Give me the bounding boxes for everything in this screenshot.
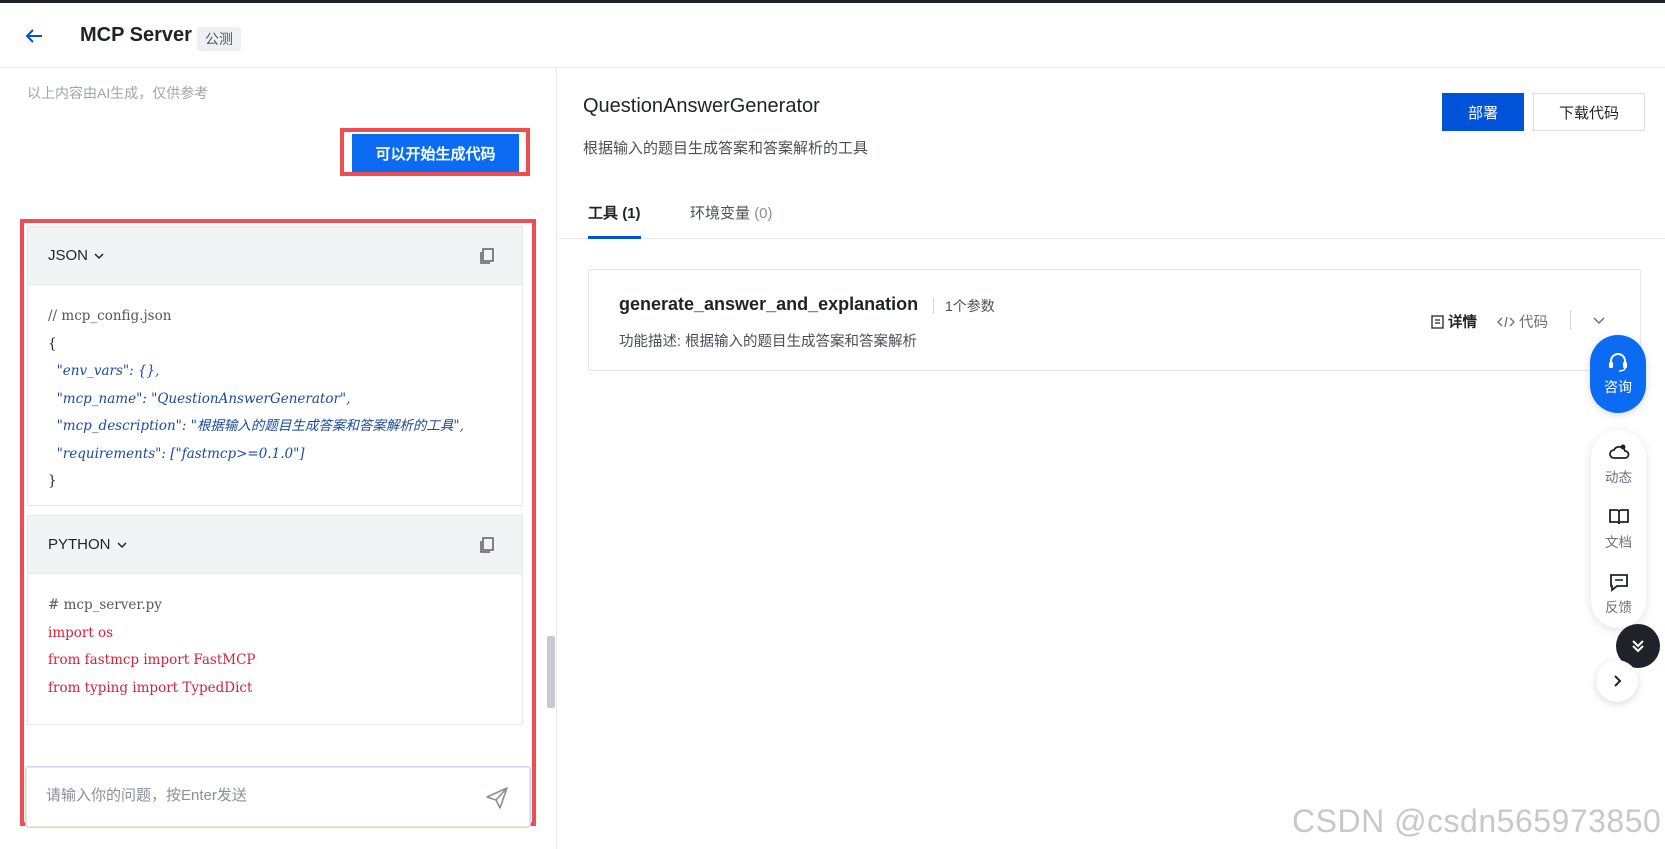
ai-disclaimer: 以上内容由AI生成，仅供参考 (27, 85, 209, 101)
back-arrow-icon[interactable] (22, 24, 46, 48)
code-line: "mcp_description": "根据输入的题目生成答案和答案解析的工具"… (48, 418, 464, 434)
code-line: import os (48, 624, 114, 641)
copy-icon[interactable] (478, 247, 496, 265)
server-name: QuestionAnswerGenerator (583, 95, 820, 117)
tool-card: generate_answer_and_explanation 1个参数 功能描… (588, 269, 1641, 371)
book-icon (1608, 509, 1629, 525)
server-description: 根据输入的题目生成答案和答案解析的工具 (583, 140, 869, 157)
divider (933, 298, 934, 314)
chat-input[interactable] (46, 787, 466, 804)
code-block-header: JSON (28, 227, 522, 285)
code-line: from typing import TypedDict (48, 679, 253, 696)
double-chevron-down-icon (1632, 640, 1644, 653)
top-header: MCP Server 公测 (0, 6, 1665, 68)
side-tool-panel: 动态 文档 反馈 (1591, 430, 1646, 628)
side-item-docs[interactable]: 文档 (1591, 507, 1646, 551)
detail-label: 详情 (1448, 315, 1477, 331)
beta-badge: 公测 (197, 27, 241, 51)
tab-label: 环境变量 (690, 205, 751, 222)
expand-panel-button[interactable] (1596, 660, 1638, 702)
side-item-feedback[interactable]: 反馈 (1591, 572, 1646, 616)
json-code-body: // mcp_config.json { "env_vars": {}, "mc… (28, 285, 522, 514)
side-item-news[interactable]: 动态 (1591, 442, 1646, 486)
side-item-label: 文档 (1605, 535, 1632, 550)
start-generate-code-button[interactable]: 可以开始生成代码 (352, 134, 519, 172)
code-line: { (48, 335, 57, 352)
page-title: MCP Server (80, 24, 192, 46)
tab-count: (0) (754, 205, 773, 222)
code-highlight-frame: JSON // mcp_config.json { "env_vars": {}… (20, 219, 536, 826)
deploy-button[interactable]: 部署 (1442, 93, 1524, 131)
chevron-down-icon[interactable] (116, 540, 127, 550)
tool-param-count: 1个参数 (945, 298, 995, 314)
code-line: "requirements": ["fastmcp>=0.1.0"] (48, 445, 305, 462)
chevron-down-icon[interactable] (94, 251, 104, 261)
code-link[interactable]: 代码 (1497, 311, 1548, 332)
tool-name: generate_answer_and_explanation (619, 294, 919, 314)
code-line: // mcp_config.json (48, 308, 172, 324)
code-icon (1497, 316, 1515, 327)
detail-link[interactable]: 详情 (1431, 311, 1477, 332)
document-icon (1431, 314, 1444, 329)
tab-count: (1) (622, 205, 641, 222)
cloud-icon (1608, 444, 1629, 459)
code-block-header: PYTHON (28, 516, 522, 574)
python-code-body: # mcp_server.py import os from fastmcp i… (28, 574, 522, 720)
copy-icon[interactable] (478, 536, 496, 554)
code-line: "mcp_name": "QuestionAnswerGenerator", (48, 390, 351, 407)
chevron-right-icon (1614, 675, 1622, 687)
chat-input-box (25, 766, 531, 828)
side-item-label: 动态 (1605, 470, 1632, 485)
headset-icon (1609, 353, 1627, 372)
watermark: CSDN @csdn565973850 (1292, 803, 1662, 839)
tab-tools[interactable]: 工具 (1) (588, 202, 641, 223)
side-item-label: 反馈 (1605, 600, 1632, 615)
chevron-down-icon[interactable] (1592, 313, 1606, 327)
json-code-block: JSON // mcp_config.json { "env_vars": {}… (27, 226, 523, 506)
tab-env-vars[interactable]: 环境变量 (0) (690, 202, 773, 223)
scrollbar-thumb[interactable] (547, 636, 555, 708)
consult-label: 咨询 (1604, 379, 1632, 395)
download-code-button[interactable]: 下载代码 (1533, 93, 1645, 131)
consult-button[interactable]: 咨询 (1590, 335, 1646, 413)
code-line: from fastmcp import FastMCP (48, 652, 256, 668)
python-code-block: PYTHON # mcp_server.py import os from fa… (27, 515, 523, 725)
active-tab-indicator (588, 236, 641, 239)
tab-label: 工具 (588, 205, 619, 222)
language-selector[interactable]: JSON (48, 247, 88, 264)
code-line: "env_vars": {}, (48, 363, 160, 379)
feedback-icon (1609, 574, 1628, 592)
code-line: } (48, 473, 57, 489)
send-icon[interactable] (484, 785, 510, 811)
chat-panel: 以上内容由AI生成，仅供参考 可以开始生成代码 JSON // mcp_conf… (0, 69, 557, 849)
code-label: 代码 (1519, 315, 1548, 331)
language-selector[interactable]: PYTHON (48, 536, 111, 553)
divider (1570, 310, 1571, 330)
code-line: # mcp_server.py (48, 597, 162, 613)
highlight-box: 可以开始生成代码 (340, 128, 530, 176)
tab-bar: 工具 (1) 环境变量 (0) (558, 186, 1665, 239)
tool-description: 功能描述: 根据输入的题目生成答案和答案解析 (619, 334, 918, 350)
